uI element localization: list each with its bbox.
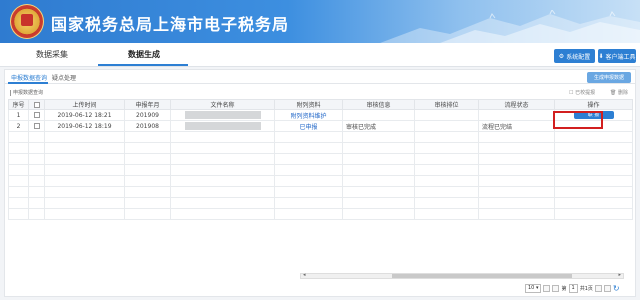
site-title: 国家税务总局上海市电子税务局: [51, 15, 290, 34]
delete-action[interactable]: 🗑 删除: [610, 89, 628, 96]
table-row: [8, 186, 633, 198]
table-row: [8, 197, 633, 209]
row-checkbox[interactable]: [33, 123, 40, 129]
table-row: 1 2019-06-12 18:21 201909 附列资料维护 联 报: [8, 109, 633, 121]
col-audit-info: 审核信息: [342, 99, 415, 110]
generate-declaration-data-button[interactable]: 生成申报数据: [587, 72, 631, 83]
table-header-row: 序号 上传时间 申报年月 文件名称 附列资料 审核信息 审核排位 流程状态 操作: [8, 99, 633, 110]
active-subtab-indicator: [8, 82, 48, 84]
refresh-icon[interactable]: ↻: [613, 284, 620, 293]
system-config-button[interactable]: ⚙ 系统配置: [554, 49, 595, 63]
table-row: [8, 131, 633, 143]
declaration-table: 序号 上传时间 申报年月 文件名称 附列资料 审核信息 审核排位 流程状态 操作…: [8, 99, 633, 220]
subtab-doubt-processing[interactable]: 疑点处理: [52, 73, 76, 82]
col-file-name: 文件名称: [170, 99, 275, 110]
declared-status-link[interactable]: 已申报: [299, 124, 317, 131]
attachment-maintain-link[interactable]: 附列资料维护: [290, 113, 326, 120]
query-section-label: 申报数据查询: [10, 89, 43, 96]
verified-submit-action[interactable]: ☐ 已校提报: [569, 89, 595, 96]
col-operation: 操作: [554, 99, 633, 110]
gear-icon: ⚙: [558, 52, 565, 60]
row-checkbox[interactable]: [33, 112, 40, 118]
subtab-declaration-query[interactable]: 申报数据查询: [11, 73, 47, 82]
page-label: 第: [561, 286, 567, 292]
prev-page-button[interactable]: [552, 285, 560, 292]
scroll-left-arrow-icon[interactable]: ◂: [303, 272, 306, 278]
tab-data-collection[interactable]: 数据采集: [36, 49, 68, 60]
table-row: [8, 153, 633, 165]
highlight-annotation-box: [553, 111, 603, 129]
table-row: [8, 175, 633, 187]
tax-bureau-emblem-icon: [10, 4, 44, 39]
col-flow-status: 流程状态: [478, 99, 555, 110]
redacted-file-name: [184, 122, 261, 130]
next-page-button[interactable]: [594, 285, 602, 292]
pagination: 10 ▾ 第 1 共1页 ↻: [525, 283, 620, 294]
redacted-file-name: [184, 111, 261, 119]
col-select-all[interactable]: [28, 99, 45, 110]
col-audit-rank: 审核排位: [414, 99, 479, 110]
horizontal-scrollbar[interactable]: ◂ ▸: [300, 272, 624, 279]
col-period: 申报年月: [124, 99, 171, 110]
first-page-button[interactable]: [543, 285, 551, 292]
page-size-select[interactable]: 10 ▾: [525, 284, 542, 293]
scroll-right-arrow-icon[interactable]: ▸: [618, 272, 621, 278]
table-row: [8, 142, 633, 154]
sub-tab-bar: 申报数据查询 疑点处理 生成申报数据: [5, 70, 635, 84]
header-banner: 国家税务总局上海市电子税务局: [0, 0, 640, 43]
col-attachment: 附列资料: [274, 99, 343, 110]
tab-data-generation[interactable]: 数据生成: [128, 49, 160, 60]
col-index: 序号: [8, 99, 29, 110]
page-total: 共1页: [579, 286, 593, 292]
client-tools-button[interactable]: ⬇ 客户端工具: [598, 49, 636, 63]
scrollbar-thumb[interactable]: [392, 274, 572, 278]
main-tab-bar: 数据采集 数据生成: [0, 43, 640, 67]
page-number-input[interactable]: 1: [568, 284, 578, 293]
trash-icon: 🗑: [610, 90, 617, 96]
table-row: [8, 208, 633, 220]
content-panel: 申报数据查询 疑点处理 生成申报数据 申报数据查询 ☐ 已校提报 🗑 删除 序号…: [4, 69, 636, 297]
download-icon: ⬇: [598, 52, 604, 60]
active-tab-indicator: [98, 64, 188, 66]
great-wall-graphic: [380, 10, 640, 43]
table-row: [8, 164, 633, 176]
last-page-button[interactable]: [603, 285, 611, 292]
col-upload-time: 上传时间: [44, 99, 125, 110]
table-row: 2 2019-06-12 18:19 201908 已申报 审核已完成 流程已完…: [8, 120, 633, 132]
select-all-checkbox[interactable]: [33, 101, 40, 108]
